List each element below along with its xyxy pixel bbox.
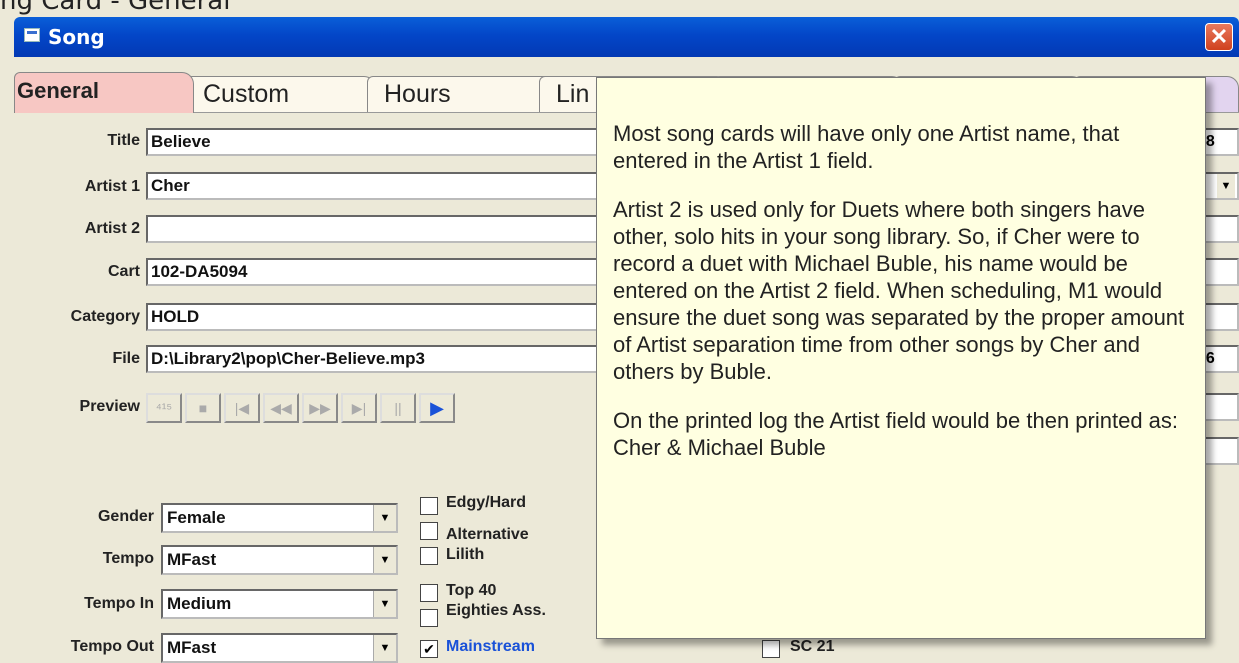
last-button[interactable]: ▶| [341,393,377,423]
close-button[interactable]: ✕ [1205,23,1233,51]
window-title: Song [48,25,105,49]
top40-label: Top 40 [446,582,497,599]
tempo-value: MFast [167,550,217,569]
tab-general[interactable]: General [14,72,194,113]
chevron-down-icon[interactable]: ▼ [373,547,396,573]
tempo-label: Tempo [102,550,154,567]
first-button[interactable]: |◀ [224,393,260,423]
rewind-button[interactable]: ◀◀ [263,393,299,423]
tooltip-paragraph-1: Most song cards will have only one Artis… [613,121,1120,173]
mainstream-label: Mainstream [446,638,535,655]
tooltip-paragraph-2: Artist 2 is used only for Duets where bo… [613,197,1185,384]
page-heading: ng Card - General [0,0,231,16]
forward-button[interactable]: ▶▶ [302,393,338,423]
mainstream-checkbox[interactable]: ✔ [420,640,438,658]
gender-label: Gender [97,508,154,525]
artist2-label: Artist 2 [84,220,140,237]
volume-button[interactable]: ⁴¹⁵ [146,393,182,423]
artist1-label: Artist 1 [84,178,140,195]
pause-button[interactable]: || [380,393,416,423]
preview-label: Preview [79,398,140,415]
gender-select[interactable]: Female ▼ [161,503,398,533]
tempo-in-value: Medium [167,594,232,613]
tooltip-paragraph-3: On the printed log the Artist field woul… [613,408,1179,460]
play-button[interactable]: ▶ [419,393,455,423]
category-label: Category [70,308,140,325]
window-icon [24,28,40,42]
tab-hours[interactable]: Hours [367,76,557,112]
lilith-label: Lilith [446,546,485,563]
alternative-checkbox[interactable] [420,522,438,540]
tempo-out-value: MFast [167,638,217,657]
chevron-down-icon[interactable]: ▼ [373,591,396,617]
alternative-label: Alternative [446,526,529,543]
tempo-in-label: Tempo In [84,595,154,612]
chevron-down-icon[interactable]: ▼ [373,635,396,661]
stop-button[interactable]: ■ [185,393,221,423]
tempo-out-select[interactable]: MFast ▼ [161,633,398,663]
window-titlebar[interactable]: Song ✕ [14,17,1239,57]
tempo-out-label: Tempo Out [70,638,154,655]
tempo-select[interactable]: MFast ▼ [161,545,398,575]
chevron-down-icon[interactable]: ▼ [373,505,396,531]
sc21-label: SC 21 [790,638,835,655]
lilith-checkbox[interactable] [420,547,438,565]
gender-value: Female [167,508,226,527]
edgy-hard-checkbox[interactable] [420,497,438,515]
tempo-in-select[interactable]: Medium ▼ [161,589,398,619]
edgy-hard-label: Edgy/Hard [446,494,527,511]
sc21-checkbox[interactable] [762,640,780,658]
eighties-label: Eighties Ass. [446,602,546,619]
chevron-down-icon: ▼ [1217,174,1235,198]
title-label: Title [107,132,140,149]
tab-custom[interactable]: Custom [186,76,376,112]
top40-checkbox[interactable] [420,584,438,602]
help-tooltip: Most song cards will have only one Artis… [596,77,1206,639]
cart-label: Cart [107,263,140,280]
file-label: File [112,350,140,367]
eighties-checkbox[interactable] [420,609,438,627]
